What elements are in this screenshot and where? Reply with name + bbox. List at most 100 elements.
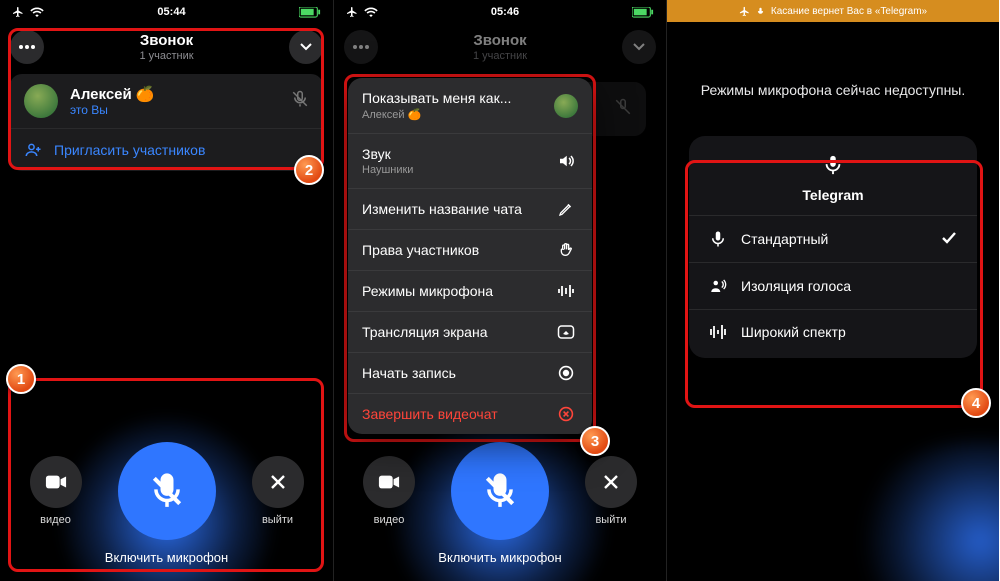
call-subtitle: 1 участник <box>44 50 289 62</box>
status-bar: 05:46 <box>334 0 666 22</box>
marker-3: 3 <box>580 426 610 456</box>
mic-status-label: Включить микрофон <box>334 550 666 565</box>
record-icon <box>554 365 578 381</box>
hand-icon <box>554 242 578 258</box>
phone-screenshot-1: 05:44 Звонок 1 участник Алексей🍊 это Вы <box>0 0 333 581</box>
airplane-icon <box>739 6 750 17</box>
collapse-button[interactable] <box>622 30 656 64</box>
participant-name: Алексей <box>70 86 132 103</box>
mic-modes-card: Telegram Стандартный Изоляция голоса Шир… <box>689 136 977 358</box>
screencast-icon <box>554 324 578 340</box>
person-voice-icon <box>709 277 727 295</box>
mic-muted-icon <box>291 90 309 113</box>
video-button[interactable]: видео <box>30 456 82 526</box>
status-time: 05:44 <box>157 6 185 18</box>
menu-display-as[interactable]: Показывать меня как... Алексей 🍊 <box>348 78 592 134</box>
status-bar: 05:44 <box>0 0 333 22</box>
invite-row[interactable]: Пригласить участников <box>10 128 323 171</box>
participant-emoji: 🍊 <box>136 85 155 103</box>
video-label: видео <box>40 514 71 526</box>
mic-off-icon <box>148 472 186 510</box>
leave-button[interactable]: выйти <box>252 456 304 526</box>
leave-label: выйти <box>595 514 626 526</box>
menu-record[interactable]: Начать запись <box>348 353 592 394</box>
menu-label: Трансляция экрана <box>362 324 488 340</box>
person-add-icon <box>24 141 42 159</box>
leave-label: выйти <box>262 514 293 526</box>
end-icon <box>554 406 578 422</box>
airplane-icon <box>12 6 24 18</box>
video-label: видео <box>374 514 405 526</box>
mic-glow <box>850 441 999 581</box>
mic-icon <box>822 154 844 176</box>
video-icon <box>45 474 67 490</box>
spectrum-icon <box>709 324 727 340</box>
status-time: 05:46 <box>491 6 519 18</box>
menu-label: Права участников <box>362 242 479 258</box>
mic-status-label: Включить микрофон <box>0 550 333 565</box>
wifi-icon <box>364 7 378 17</box>
mic-mode-standard[interactable]: Стандартный <box>689 215 977 262</box>
airplane-icon <box>346 6 358 18</box>
mic-button[interactable] <box>451 442 549 540</box>
mic-icon <box>756 6 765 17</box>
more-button[interactable] <box>10 30 44 64</box>
mic-icon <box>709 230 727 248</box>
controls-area: видео выйти Включить микрофон <box>0 422 333 581</box>
menu-sound[interactable]: Звук Наушники <box>348 134 592 189</box>
video-button[interactable]: видео <box>363 456 415 526</box>
marker-1: 1 <box>6 364 36 394</box>
more-menu-popover: Показывать меня как... Алексей 🍊 Звук Науш… <box>348 78 592 434</box>
menu-sublabel: Наушники <box>362 164 413 176</box>
mic-modes-app: Telegram <box>689 187 977 203</box>
leave-button[interactable]: выйти <box>585 456 637 526</box>
avatar <box>24 84 58 118</box>
return-banner[interactable]: Касание вернет Вас в «Telegram» <box>667 0 999 22</box>
collapse-button[interactable] <box>289 30 323 64</box>
wifi-icon <box>30 7 44 17</box>
menu-screencast[interactable]: Трансляция экрана <box>348 312 592 353</box>
ellipsis-icon <box>18 45 36 49</box>
menu-label: Завершить видеочат <box>362 406 498 422</box>
battery-icon <box>299 7 321 18</box>
close-icon <box>269 473 287 491</box>
more-button[interactable] <box>344 30 378 64</box>
call-title: Звонок <box>378 32 622 49</box>
waveform-icon <box>554 284 578 298</box>
menu-label: Показывать меня как... <box>362 90 511 106</box>
participant-row[interactable]: Алексей🍊 это Вы <box>10 74 323 128</box>
menu-label: Изменить название чата <box>362 201 522 217</box>
mic-button[interactable] <box>118 442 216 540</box>
participants-card: Алексей🍊 это Вы Пригласить участников <box>10 74 323 171</box>
marker-2: 2 <box>294 155 324 185</box>
chevron-down-icon <box>299 42 313 52</box>
invite-label: Пригласить участников <box>54 142 205 158</box>
mic-modes-unavailable-toast: Режимы микрофона сейчас недоступны. <box>667 22 999 118</box>
participant-sub: это Вы <box>70 103 154 117</box>
mode-label: Изоляция голоса <box>741 278 851 294</box>
mic-mode-voice-isolation[interactable]: Изоляция голоса <box>689 262 977 309</box>
battery-icon <box>632 7 654 18</box>
controls-area: видео выйти Включить микрофон <box>334 422 666 581</box>
mode-label: Широкий спектр <box>741 324 846 340</box>
marker-4: 4 <box>961 388 991 418</box>
avatar-icon <box>554 94 578 118</box>
call-header: Звонок 1 участник <box>344 30 656 64</box>
speaker-icon <box>554 152 578 170</box>
menu-label: Начать запись <box>362 365 456 381</box>
pencil-icon <box>554 201 578 217</box>
mode-label: Стандартный <box>741 231 828 247</box>
mic-mode-wide-spectrum[interactable]: Широкий спектр <box>689 309 977 354</box>
menu-rights[interactable]: Права участников <box>348 230 592 271</box>
menu-sublabel: Алексей 🍊 <box>362 108 511 121</box>
call-subtitle: 1 участник <box>378 50 622 62</box>
menu-rename[interactable]: Изменить название чата <box>348 189 592 230</box>
check-icon <box>941 231 957 248</box>
phone-screenshot-2: 05:46 Звонок 1 участник Показывать меня … <box>333 0 666 581</box>
menu-label: Звук <box>362 146 413 162</box>
menu-label: Режимы микрофона <box>362 283 493 299</box>
menu-mic-modes[interactable]: Режимы микрофона <box>348 271 592 312</box>
call-header: Звонок 1 участник <box>10 30 323 64</box>
phone-screenshot-3: Касание вернет Вас в «Telegram» Режимы м… <box>666 0 999 581</box>
menu-end[interactable]: Завершить видеочат <box>348 394 592 434</box>
